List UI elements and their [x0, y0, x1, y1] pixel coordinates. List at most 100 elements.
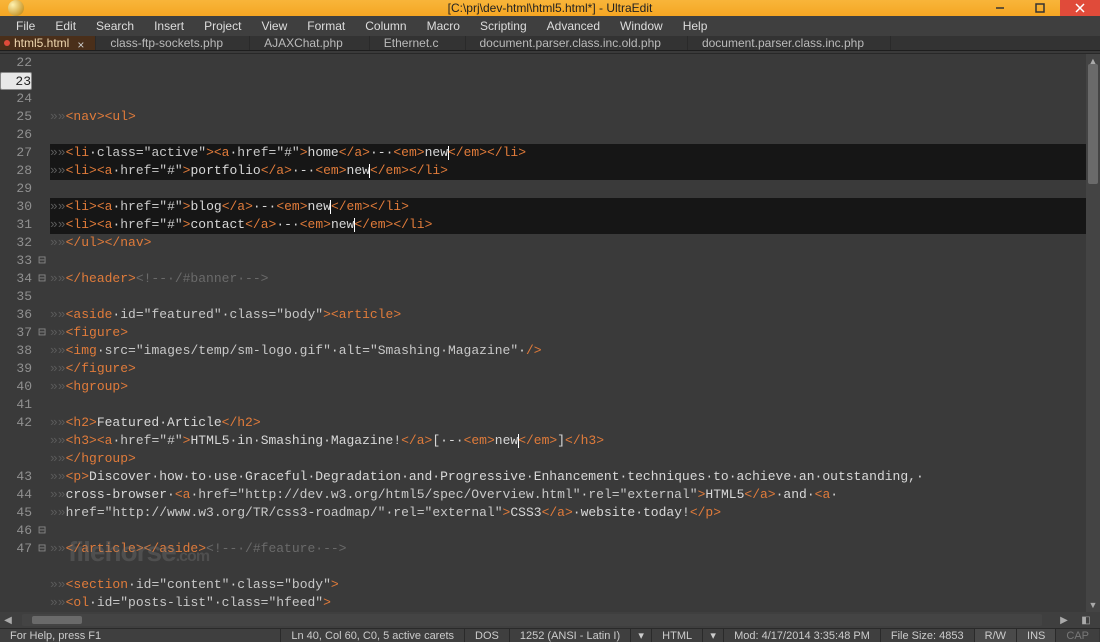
fold-marker[interactable] [36, 162, 48, 180]
tab-5[interactable]: document.parser.class.inc.php [688, 36, 891, 50]
code-line[interactable] [50, 126, 1086, 144]
code-line[interactable]: »»<ol·id="posts-list"·class="hfeed"> [50, 594, 1086, 612]
fold-marker[interactable] [36, 486, 48, 504]
line-number[interactable]: 45 [0, 504, 32, 522]
scroll-down-icon[interactable]: ▼ [1086, 598, 1100, 612]
close-button[interactable] [1060, 0, 1100, 16]
line-number[interactable]: 22 [0, 54, 32, 72]
code-line[interactable] [50, 396, 1086, 414]
menu-view[interactable]: View [251, 16, 297, 36]
line-number[interactable]: 41 [0, 396, 32, 414]
scroll-left-icon[interactable]: ◀ [0, 612, 16, 628]
line-number[interactable] [0, 432, 32, 450]
vertical-scrollbar[interactable]: ▲ ▼ [1086, 54, 1100, 612]
menu-project[interactable]: Project [194, 16, 251, 36]
scrollbar-thumb[interactable] [1088, 64, 1098, 184]
fold-marker[interactable] [36, 414, 48, 432]
menu-help[interactable]: Help [673, 16, 718, 36]
line-number[interactable]: 25 [0, 108, 32, 126]
menu-macro[interactable]: Macro [417, 16, 470, 36]
tab-3[interactable]: Ethernet.c [370, 36, 466, 50]
status-encoding[interactable]: 1252 (ANSI - Latin I) [510, 629, 631, 642]
maximize-button[interactable] [1020, 0, 1060, 16]
minimize-button[interactable] [980, 0, 1020, 16]
line-number[interactable]: 40 [0, 378, 32, 396]
fold-marker[interactable]: ⊟ [36, 324, 48, 342]
fold-marker[interactable] [36, 54, 48, 72]
tab-1[interactable]: class-ftp-sockets.php [96, 36, 250, 50]
line-number[interactable]: 43 [0, 468, 32, 486]
line-number[interactable]: 26 [0, 126, 32, 144]
scroll-right-icon[interactable]: ▶ [1056, 612, 1072, 628]
code-line[interactable]: »»</article></aside><!--·/#feature·--> [50, 540, 1086, 558]
fold-marker[interactable] [36, 126, 48, 144]
split-icon[interactable]: ◧ [1078, 612, 1094, 628]
code-line[interactable]: »»</header><!--·/#banner·--> [50, 270, 1086, 288]
status-menu-icon-2[interactable]: ▾ [703, 629, 724, 642]
line-number[interactable]: 38 [0, 342, 32, 360]
status-language[interactable]: HTML [652, 629, 703, 642]
code-line[interactable] [50, 252, 1086, 270]
fold-marker[interactable] [36, 360, 48, 378]
line-number[interactable]: 30 [0, 198, 32, 216]
tab-2[interactable]: AJAXChat.php [250, 36, 370, 50]
fold-marker[interactable] [36, 306, 48, 324]
fold-marker[interactable]: ⊟ [36, 270, 48, 288]
line-number[interactable] [0, 450, 32, 468]
code-line[interactable]: »»<li><a·href="#">blog</a>·-·<em>new</em… [50, 198, 1086, 216]
fold-marker[interactable]: ⊟ [36, 522, 48, 540]
code-line[interactable]: »»<figure> [50, 324, 1086, 342]
fold-marker[interactable] [36, 72, 48, 90]
line-number[interactable]: 34 [0, 270, 32, 288]
line-number[interactable]: 31 [0, 216, 32, 234]
code-area[interactable]: filehorse.com »»<nav><ul>»»<li·class="ac… [48, 54, 1086, 612]
fold-marker[interactable] [36, 378, 48, 396]
close-icon[interactable]: × [77, 38, 87, 48]
code-line[interactable] [50, 522, 1086, 540]
line-number[interactable]: 42 [0, 414, 32, 432]
fold-column[interactable]: ⊟⊟⊟⊟⊟ [36, 54, 48, 612]
editor[interactable]: 2223242526272829303132333435363738394041… [0, 54, 1100, 612]
code-line[interactable]: »»</hgroup> [50, 450, 1086, 468]
fold-marker[interactable]: ⊟ [36, 540, 48, 558]
code-line[interactable]: »»<nav><ul> [50, 108, 1086, 126]
line-number[interactable]: 28 [0, 162, 32, 180]
line-number[interactable]: 24 [0, 90, 32, 108]
tab-0[interactable]: html5.html× [0, 36, 96, 50]
menu-search[interactable]: Search [86, 16, 144, 36]
menu-edit[interactable]: Edit [45, 16, 86, 36]
code-line[interactable] [50, 558, 1086, 576]
menu-column[interactable]: Column [355, 16, 416, 36]
line-number[interactable]: 29 [0, 180, 32, 198]
line-number[interactable]: 47 [0, 540, 32, 558]
code-line[interactable]: »»</figure> [50, 360, 1086, 378]
line-number[interactable]: 35 [0, 288, 32, 306]
menu-format[interactable]: Format [297, 16, 355, 36]
code-line[interactable]: »»</ul></nav> [50, 234, 1086, 252]
status-menu-icon[interactable]: ▾ [631, 629, 652, 642]
code-line[interactable]: »»<li><a·href="#">portfolio</a>·-·<em>ne… [50, 162, 1086, 180]
code-line[interactable]: »»<li><a·href="#">contact</a>·-·<em>new<… [50, 216, 1086, 234]
fold-marker[interactable] [36, 216, 48, 234]
fold-marker[interactable] [36, 342, 48, 360]
status-eol[interactable]: DOS [465, 629, 510, 642]
menu-insert[interactable]: Insert [144, 16, 194, 36]
fold-marker[interactable]: ⊟ [36, 252, 48, 270]
menu-advanced[interactable]: Advanced [537, 16, 610, 36]
fold-marker[interactable] [36, 468, 48, 486]
code-line[interactable]: »»<hgroup> [50, 378, 1086, 396]
code-line[interactable]: »»<img·src="images/temp/sm-logo.gif"·alt… [50, 342, 1086, 360]
line-number[interactable]: 39 [0, 360, 32, 378]
code-line[interactable]: »»href="http://www.w3.org/TR/css3-roadma… [50, 504, 1086, 522]
fold-marker[interactable] [36, 144, 48, 162]
fold-marker[interactable] [36, 432, 48, 450]
code-line[interactable] [50, 288, 1086, 306]
line-number[interactable]: 36 [0, 306, 32, 324]
status-readwrite[interactable]: R/W [975, 629, 1017, 642]
fold-marker[interactable] [36, 180, 48, 198]
code-line[interactable]: »»cross-browser·<a·href="http://dev.w3.o… [50, 486, 1086, 504]
fold-marker[interactable] [36, 234, 48, 252]
code-line[interactable]: »»<p>Discover·how·to·use·Graceful·Degrad… [50, 468, 1086, 486]
code-line[interactable]: »»<aside·id="featured"·class="body"><art… [50, 306, 1086, 324]
code-line[interactable]: »»<li·class="active"><a·href="#">home</a… [50, 144, 1086, 162]
